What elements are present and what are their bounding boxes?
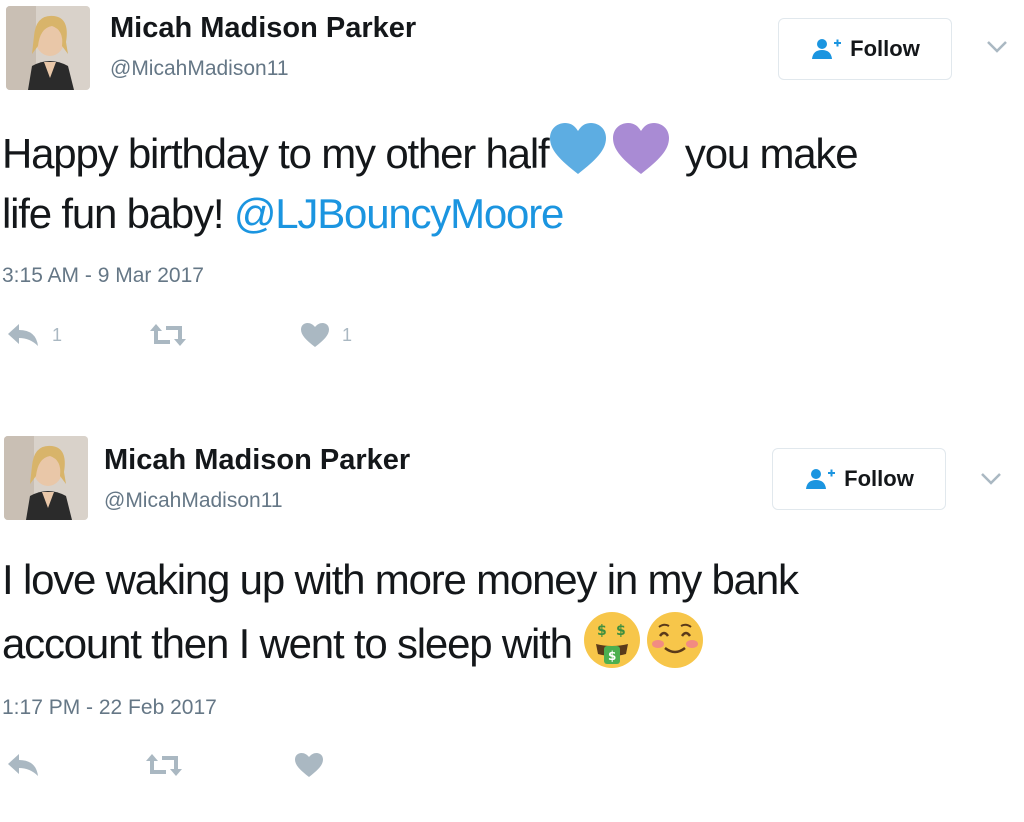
author-handle[interactable]: @MicahMadison11 [104, 489, 283, 513]
svg-text:$: $ [616, 623, 625, 639]
tweet-text-segment: you make [674, 130, 859, 177]
retweet-icon [150, 324, 186, 346]
smiling-face-icon [647, 612, 704, 668]
svg-text:$: $ [608, 649, 616, 663]
tweet-text: Happy birthday to my other half you make… [2, 122, 859, 244]
author-name[interactable]: Micah Madison Parker [110, 12, 416, 45]
chevron-down-icon[interactable] [986, 40, 1008, 54]
tweet-text-line-2: life fun baby! @LJBouncyMoore [2, 184, 857, 244]
like-button[interactable] [294, 752, 324, 778]
like-count: 1 [342, 324, 353, 345]
follow-label: Follow [850, 36, 920, 61]
tweet-text-line-1: Happy birthday to my other half you make [2, 122, 859, 184]
tweet-text-segment: Happy birthday to my other half [2, 130, 550, 177]
avatar[interactable] [4, 436, 88, 520]
retweet-button[interactable] [144, 752, 184, 778]
reply-count: 1 [52, 324, 63, 345]
blue-heart-icon [550, 123, 607, 174]
follow-button[interactable]: Follow [772, 448, 946, 510]
tweet-timestamp[interactable]: 1:17 PM - 22 Feb 2017 [2, 696, 217, 720]
reply-button[interactable] [6, 752, 40, 778]
tweet-text-segment: account then I went to sleep with [2, 620, 583, 667]
follow-label: Follow [844, 466, 914, 491]
reply-button[interactable]: 1 [6, 322, 62, 348]
tweet-timestamp[interactable]: 3:15 AM - 9 Mar 2017 [2, 264, 204, 288]
heart-icon [295, 753, 323, 777]
author-name[interactable]: Micah Madison Parker [104, 444, 410, 477]
add-user-icon [806, 469, 836, 489]
add-user-icon [812, 39, 842, 59]
tweet-text: I love waking up with more money in my b… [2, 550, 799, 674]
like-button[interactable]: 1 [300, 322, 352, 348]
money-mouth-face-icon: $ $ $ [584, 612, 641, 668]
author-handle[interactable]: @MicahMadison11 [110, 57, 289, 81]
chevron-down-icon[interactable] [980, 472, 1002, 486]
avatar[interactable] [6, 6, 90, 90]
follow-button[interactable]: Follow [778, 18, 952, 80]
svg-text:$: $ [597, 623, 606, 639]
retweet-icon [146, 754, 182, 776]
tweet-text-line-1: I love waking up with more money in my b… [2, 556, 799, 603]
heart-icon [301, 323, 329, 347]
retweet-button[interactable] [148, 322, 188, 348]
reply-icon [8, 754, 38, 776]
tweet-text-line-2: account then I went to sleep with $ $ $ [2, 610, 798, 674]
tweet-card: Micah Madison Parker @MicahMadison11 Fol… [0, 432, 1024, 822]
mention-link[interactable]: @LJBouncyMoore [234, 190, 565, 237]
tweet-text-segment: life fun baby! [2, 190, 234, 237]
purple-heart-icon [613, 123, 670, 174]
tweet-card: Micah Madison Parker @MicahMadison11 Fol… [0, 0, 1024, 400]
reply-icon [8, 324, 38, 346]
